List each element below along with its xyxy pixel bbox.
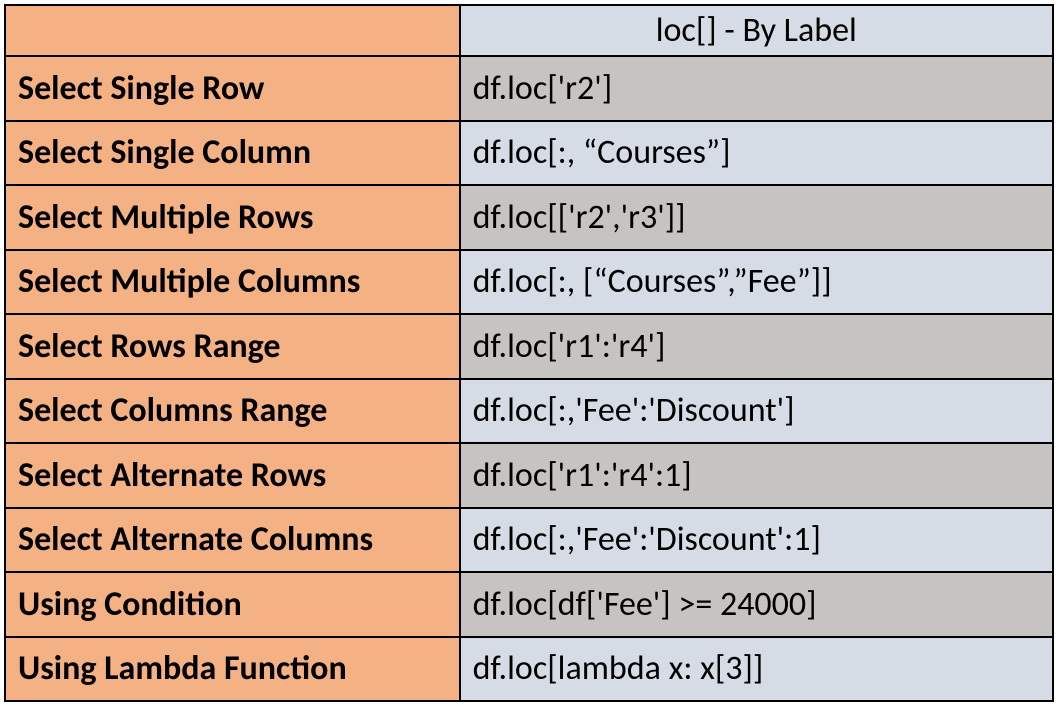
row-label: Using Condition — [5, 572, 460, 637]
row-label: Using Lambda Function — [5, 637, 460, 702]
table-row: Select Single Row df.loc['r2'] — [5, 56, 1053, 121]
header-loc-label: loc[] - By Label — [460, 5, 1053, 56]
row-label: Select Alternate Rows — [5, 443, 460, 508]
table-row: Select Rows Range df.loc['r1':'r4'] — [5, 314, 1053, 379]
row-code: df.loc[lambda x: x[3]] — [460, 637, 1053, 702]
row-code: df.loc[:,'Fee':'Discount':1] — [460, 508, 1053, 573]
row-label: Select Single Row — [5, 56, 460, 121]
row-code: df.loc[df['Fee'] >= 24000] — [460, 572, 1053, 637]
table-row: Select Alternate Columns df.loc[:,'Fee':… — [5, 508, 1053, 573]
row-label: Select Rows Range — [5, 314, 460, 379]
row-label: Select Alternate Columns — [5, 508, 460, 573]
row-label: Select Single Column — [5, 121, 460, 186]
row-code: df.loc['r2'] — [460, 56, 1053, 121]
table-row: Select Columns Range df.loc[:,'Fee':'Dis… — [5, 379, 1053, 444]
row-code: df.loc[:, “Courses”] — [460, 121, 1053, 186]
table-header-row: loc[] - By Label — [5, 5, 1053, 56]
table-row: Using Condition df.loc[df['Fee'] >= 2400… — [5, 572, 1053, 637]
row-label: Select Columns Range — [5, 379, 460, 444]
loc-reference-table: loc[] - By Label Select Single Row df.lo… — [4, 4, 1054, 702]
row-code: df.loc[['r2','r3']] — [460, 185, 1053, 250]
row-code: df.loc[:,'Fee':'Discount'] — [460, 379, 1053, 444]
table-row: Using Lambda Function df.loc[lambda x: x… — [5, 637, 1053, 702]
table-row: Select Alternate Rows df.loc['r1':'r4':1… — [5, 443, 1053, 508]
row-label: Select Multiple Columns — [5, 250, 460, 315]
table-row: Select Multiple Columns df.loc[:, [“Cour… — [5, 250, 1053, 315]
table-row: Select Single Column df.loc[:, “Courses”… — [5, 121, 1053, 186]
row-code: df.loc['r1':'r4':1] — [460, 443, 1053, 508]
row-code: df.loc['r1':'r4'] — [460, 314, 1053, 379]
row-label: Select Multiple Rows — [5, 185, 460, 250]
table-row: Select Multiple Rows df.loc[['r2','r3']] — [5, 185, 1053, 250]
header-empty-cell — [5, 5, 460, 56]
row-code: df.loc[:, [“Courses”,”Fee”]] — [460, 250, 1053, 315]
